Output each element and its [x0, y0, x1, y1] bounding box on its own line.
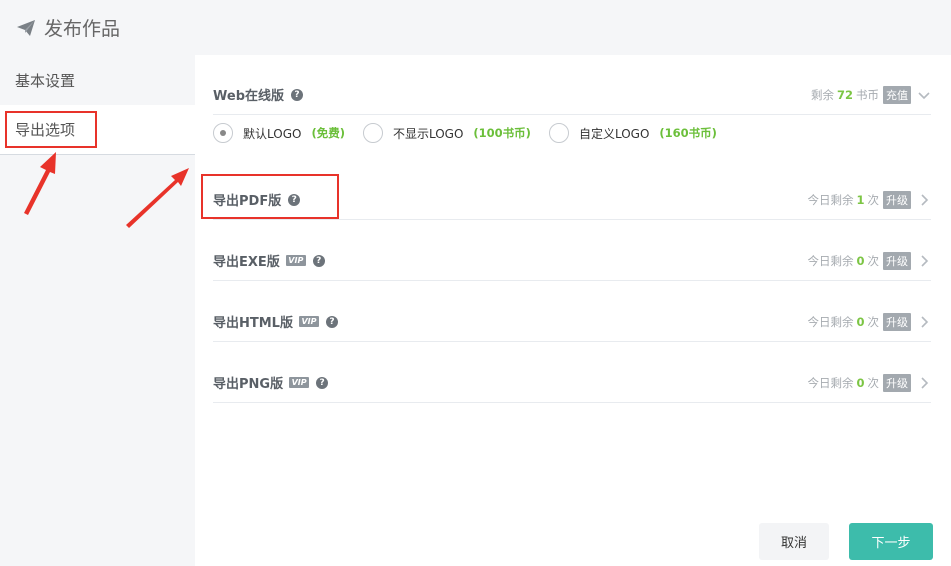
option-price: (100书币) — [473, 126, 531, 140]
help-icon[interactable]: ? — [325, 315, 338, 328]
quota-unit: 次 — [867, 254, 880, 268]
radio-default-logo[interactable]: 默认LOGO (免费) — [213, 123, 345, 143]
export-quota: 今日剩余 0 次 升级 — [807, 241, 931, 281]
chevron-right-icon[interactable] — [917, 315, 931, 329]
export-html-row[interactable]: 导出HTML版 VIP ? 今日剩余 0 次 升级 — [213, 302, 931, 342]
radio-dot — [220, 130, 226, 136]
main-panel: Web在线版 ? 剩余 72 书币 充值 默认LOGO (免费) 不显示LOGO… — [195, 55, 951, 566]
sidebar-item-label: 基本设置 — [15, 71, 76, 90]
export-quota: 今日剩余 0 次 升级 — [807, 302, 931, 342]
quota-prefix: 今日剩余 — [807, 254, 854, 268]
vip-badge: VIP — [298, 316, 319, 327]
quota-prefix: 今日剩余 — [807, 193, 854, 207]
annotation-box-export-options — [5, 111, 97, 148]
upgrade-button[interactable]: 升级 — [883, 252, 911, 270]
dialog-title: 发布作品 — [44, 18, 121, 40]
option-label: 自定义LOGO — [578, 126, 650, 141]
recharge-button[interactable]: 充值 — [883, 86, 911, 104]
export-quota: 今日剩余 1 次 升级 — [807, 180, 931, 220]
quota-unit: 次 — [867, 193, 880, 207]
option-price: (免费) — [311, 126, 345, 140]
web-online-row[interactable]: Web在线版 ? 剩余 72 书币 充值 — [213, 75, 931, 115]
web-online-label: Web在线版 — [213, 89, 284, 104]
vip-badge: VIP — [289, 377, 310, 388]
quota-count: 0 — [856, 254, 865, 268]
cancel-button[interactable]: 取消 — [759, 523, 829, 560]
next-step-button[interactable]: 下一步 — [849, 523, 933, 560]
quota-count: 0 — [856, 315, 865, 329]
help-icon[interactable]: ? — [316, 376, 329, 389]
help-icon[interactable]: ? — [291, 88, 303, 101]
radio-button[interactable] — [213, 123, 233, 143]
radio-button[interactable] — [362, 123, 383, 143]
chevron-right-icon[interactable] — [917, 193, 931, 207]
quota-prefix: 今日剩余 — [807, 315, 854, 329]
paper-plane-icon — [17, 19, 35, 36]
export-exe-row[interactable]: 导出EXE版 VIP ? 今日剩余 0 次 升级 — [213, 241, 931, 281]
vip-badge: VIP — [285, 255, 306, 266]
chevron-right-icon[interactable] — [917, 376, 931, 390]
radio-button[interactable] — [548, 123, 569, 143]
quota-unit: 次 — [867, 315, 880, 329]
balance-unit: 书币 — [856, 88, 879, 102]
quota-count: 0 — [856, 376, 865, 390]
export-exe-label: 导出EXE版 — [213, 255, 280, 270]
upgrade-button[interactable]: 升级 — [883, 191, 911, 209]
quota-count: 1 — [856, 193, 865, 207]
radio-custom-logo[interactable]: 自定义LOGO (160书币) — [548, 123, 717, 143]
option-label: 不显示LOGO — [392, 126, 464, 141]
chevron-right-icon[interactable] — [917, 254, 931, 268]
export-png-row[interactable]: 导出PNG版 VIP ? 今日剩余 0 次 升级 — [213, 363, 931, 403]
balance-prefix: 剩余 — [810, 88, 834, 102]
web-balance: 剩余 72 书币 充值 — [811, 75, 931, 115]
quota-prefix: 今日剩余 — [807, 376, 854, 390]
export-quota: 今日剩余 0 次 升级 — [807, 363, 931, 403]
export-html-label: 导出HTML版 — [213, 316, 293, 331]
option-label: 默认LOGO — [243, 126, 302, 141]
logo-options: 默认LOGO (免费) 不显示LOGO (100书币) 自定义LOGO (160… — [213, 123, 735, 143]
option-price: (160书币) — [659, 126, 717, 140]
annotation-box-export-pdf — [201, 174, 339, 219]
sidebar-item-basic-settings[interactable]: 基本设置 — [0, 55, 195, 105]
export-png-label: 导出PNG版 — [213, 377, 284, 392]
quota-unit: 次 — [867, 376, 880, 390]
balance-value: 72 — [836, 88, 853, 102]
upgrade-button[interactable]: 升级 — [883, 374, 911, 392]
dialog-titlebar: 发布作品 — [0, 0, 951, 55]
upgrade-button[interactable]: 升级 — [883, 313, 911, 331]
help-icon[interactable]: ? — [312, 254, 325, 267]
radio-hide-logo[interactable]: 不显示LOGO (100书币) — [362, 123, 531, 143]
chevron-down-icon[interactable] — [917, 88, 931, 102]
